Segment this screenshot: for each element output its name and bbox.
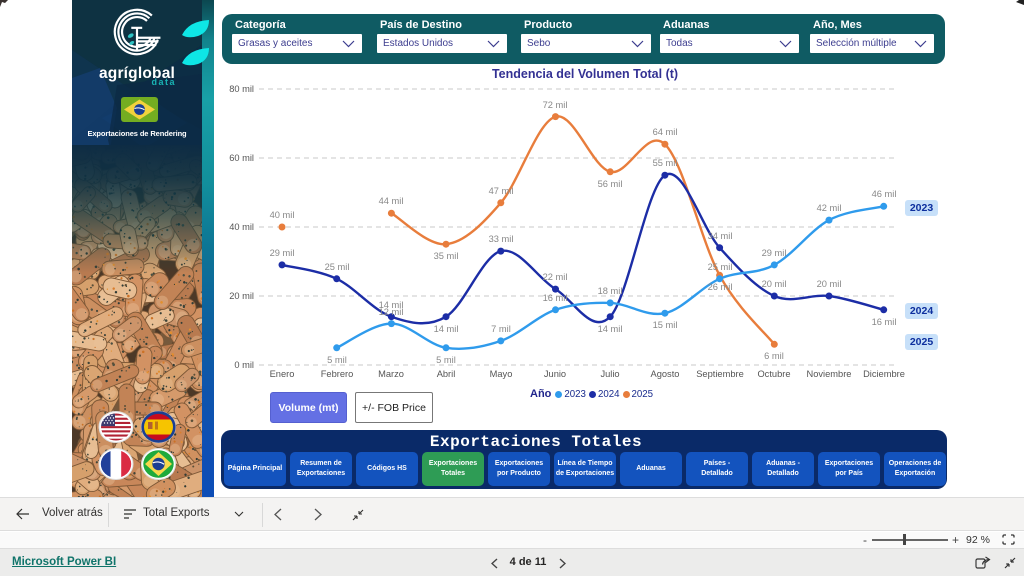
svg-text:Octubre: Octubre [757, 369, 790, 379]
svg-text:Agosto: Agosto [651, 369, 680, 379]
svg-text:44 mil: 44 mil [379, 196, 404, 206]
svg-text:Abril: Abril [437, 369, 456, 379]
svg-text:29 mil: 29 mil [270, 248, 295, 258]
svg-text:Diciembre: Diciembre [863, 369, 905, 379]
svg-text:72 mil: 72 mil [543, 100, 568, 110]
svg-text:20 mil: 20 mil [817, 279, 842, 289]
svg-text:33 mil: 33 mil [489, 234, 514, 244]
svg-text:Septiembre: Septiembre [696, 369, 744, 379]
svg-text:Marzo: Marzo [378, 369, 404, 379]
svg-text:55 mil: 55 mil [653, 158, 678, 168]
svg-text:25 mil: 25 mil [325, 262, 350, 272]
svg-text:Junio: Junio [544, 369, 566, 379]
svg-text:Mayo: Mayo [490, 369, 513, 379]
svg-text:14 mil: 14 mil [379, 300, 404, 310]
svg-text:22 mil: 22 mil [543, 272, 568, 282]
svg-text:Julio: Julio [600, 369, 619, 379]
svg-text:18 mil: 18 mil [598, 286, 623, 296]
svg-text:35 mil: 35 mil [434, 251, 459, 261]
svg-text:42 mil: 42 mil [817, 203, 842, 213]
svg-text:46 mil: 46 mil [872, 189, 897, 199]
svg-text:5 mil: 5 mil [436, 355, 456, 365]
svg-text:0 mil: 0 mil [234, 360, 254, 370]
svg-text:5 mil: 5 mil [327, 355, 347, 365]
svg-text:56 mil: 56 mil [598, 179, 623, 189]
svg-text:Enero: Enero [270, 369, 295, 379]
svg-text:80 mil: 80 mil [229, 84, 254, 94]
svg-text:25 mil: 25 mil [708, 262, 733, 272]
svg-text:40 mil: 40 mil [270, 210, 295, 220]
svg-text:29 mil: 29 mil [762, 248, 787, 258]
svg-text:20 mil: 20 mil [762, 279, 787, 289]
svg-text:16 mil: 16 mil [543, 293, 568, 303]
svg-text:60 mil: 60 mil [229, 153, 254, 163]
svg-text:34 mil: 34 mil [708, 231, 733, 241]
svg-text:Noviembre: Noviembre [807, 369, 852, 379]
svg-text:7 mil: 7 mil [491, 324, 511, 334]
svg-text:47 mil: 47 mil [489, 186, 514, 196]
svg-text:Febrero: Febrero [321, 369, 354, 379]
svg-text:6 mil: 6 mil [764, 351, 784, 361]
svg-text:40 mil: 40 mil [229, 222, 254, 232]
svg-text:14 mil: 14 mil [598, 324, 623, 334]
svg-text:26 mil: 26 mil [708, 282, 733, 292]
svg-text:14 mil: 14 mil [434, 324, 459, 334]
svg-text:15 mil: 15 mil [653, 320, 678, 330]
svg-text:20 mil: 20 mil [229, 291, 254, 301]
svg-text:64 mil: 64 mil [653, 127, 678, 137]
svg-text:16 mil: 16 mil [872, 317, 897, 327]
